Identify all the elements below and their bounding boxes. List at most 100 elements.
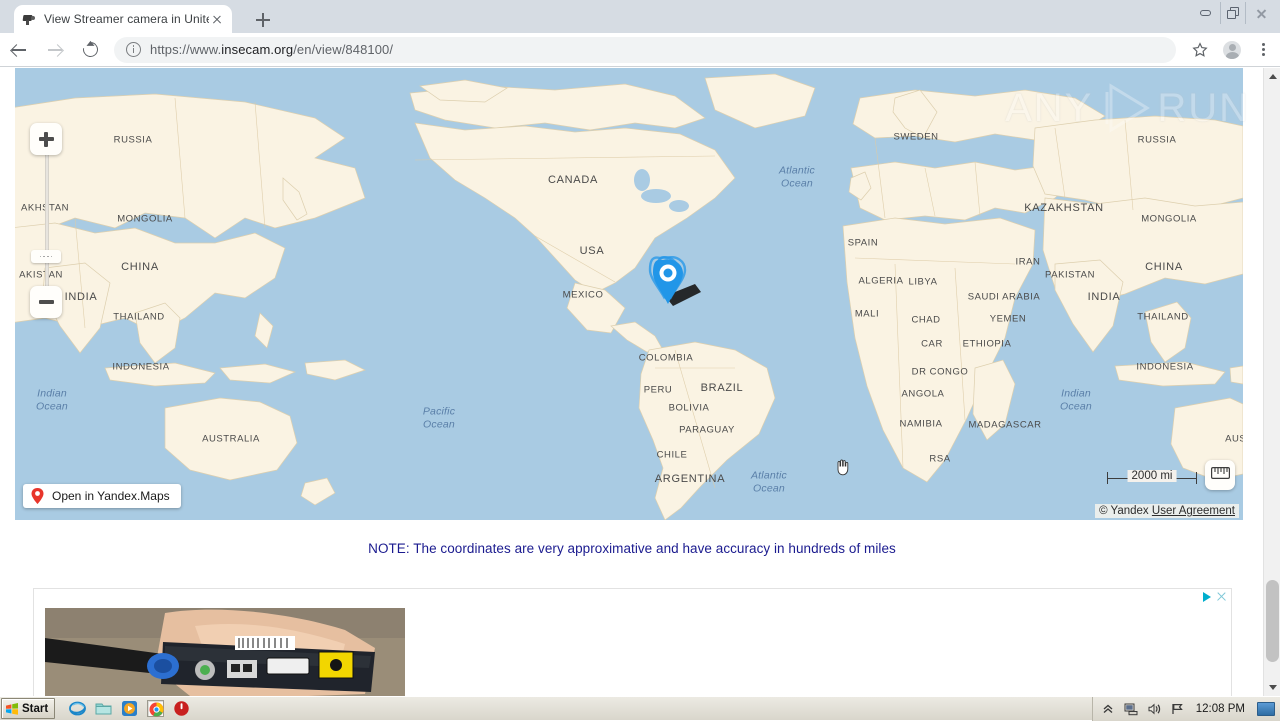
internet-explorer-icon[interactable] (69, 700, 86, 717)
map-label-country: DR CONGO (912, 367, 969, 378)
scroll-up-button[interactable] (1264, 68, 1280, 85)
map-label-country: ALGERIA (858, 276, 903, 287)
map-label-country: SPAIN (848, 238, 879, 249)
folder-icon[interactable] (95, 700, 112, 717)
address-bar[interactable]: https://www.insecam.org/en/view/848100/ (114, 37, 1176, 63)
map-label-country: THAILAND (1137, 312, 1188, 323)
map-label-country: CANADA (548, 174, 598, 186)
bookmark-button[interactable] (1184, 33, 1216, 67)
reload-button[interactable] (72, 33, 108, 67)
map-zoom-control[interactable] (24, 123, 70, 318)
ad-choices[interactable] (1203, 591, 1227, 602)
start-button[interactable]: Start (1, 698, 55, 719)
user-agreement-link[interactable]: User Agreement (1152, 505, 1235, 517)
map-label-country: KAZAKHSTAN (1024, 202, 1104, 214)
clock[interactable]: 12:08 PM (1196, 703, 1245, 715)
yandex-copyright: © Yandex (1099, 505, 1149, 517)
map-label-country: AUSTRALIA (202, 434, 260, 445)
chrome-menu-icon (1262, 40, 1266, 58)
flag-icon[interactable] (1170, 702, 1184, 716)
map-label-country: PAKISTAN (1045, 270, 1095, 281)
map-landmass (15, 68, 1243, 520)
open-in-yandex-maps-button[interactable]: Open in Yandex.Maps (23, 484, 181, 508)
chrome-menu-button[interactable] (1248, 33, 1280, 67)
chrome-icon[interactable] (147, 700, 164, 717)
map-label-country: MALI (855, 309, 879, 320)
plus-icon (39, 132, 54, 147)
map-label-country: ANGOLA (902, 389, 945, 400)
back-arrow-icon (11, 42, 26, 57)
security-camera-icon (21, 11, 37, 27)
tab-close-icon[interactable] (209, 11, 225, 27)
map-label-country: BOLIVIA (669, 403, 710, 414)
map-attribution: © Yandex User Agreement (1095, 504, 1239, 518)
scrollbar-thumb[interactable] (1266, 580, 1279, 662)
map-label-country: LIBYA (909, 277, 938, 288)
map-label-ocean: AtlanticOcean (779, 165, 815, 190)
reload-icon (80, 39, 101, 60)
map-label-country: AUSTRA (1225, 434, 1243, 445)
volume-icon[interactable] (1147, 702, 1161, 716)
window-minimize-button[interactable] (1192, 2, 1218, 24)
ad-image[interactable] (45, 608, 405, 696)
advertisement[interactable]: Unlimited HDTV is Here (33, 588, 1232, 696)
scroll-down-button[interactable] (1264, 679, 1280, 696)
browser-tab[interactable]: View Streamer camera in United Stat (14, 5, 232, 33)
new-tab-button[interactable] (250, 7, 276, 33)
map-label-ocean: PacificOcean (423, 406, 455, 431)
map-pan-cursor (835, 458, 851, 476)
zoom-slider-track[interactable] (45, 141, 49, 301)
map-label-country: ARGENTINA (655, 473, 725, 485)
map-label-country: NAMIBIA (900, 419, 943, 430)
shutdown-icon[interactable] (173, 700, 190, 717)
chevron-up-icon[interactable] (1101, 702, 1115, 716)
map-label-country: PERU (644, 385, 673, 396)
ad-close-icon[interactable] (1216, 591, 1227, 602)
ad-choices-icon[interactable] (1203, 592, 1211, 602)
forward-arrow-icon (47, 42, 62, 57)
map-label-country: ETHIOPIA (963, 339, 1012, 350)
url-text: https://www.insecam.org/en/view/848100/ (150, 42, 393, 57)
site-info-icon[interactable] (126, 42, 141, 57)
quick-launch-bar (69, 700, 190, 717)
map-label-country: MONGOLIA (117, 214, 173, 225)
zoom-out-button[interactable] (30, 286, 62, 318)
window-close-button[interactable] (1248, 2, 1274, 24)
location-marker[interactable] (643, 256, 713, 316)
chevron-down-icon (1269, 685, 1277, 690)
show-desktop-icon[interactable] (1257, 702, 1275, 716)
scale-line: 2000 mi (1107, 472, 1197, 484)
profile-button[interactable] (1216, 33, 1248, 67)
map-label-country: CHINA (121, 261, 159, 273)
zoom-slider-handle[interactable] (31, 250, 61, 263)
map-label-country: BRAZIL (701, 382, 744, 394)
map-label-ocean: AtlanticOcean (751, 470, 787, 495)
map-label-country: SAUDI ARABIA (968, 292, 1041, 303)
map-label-country: IRAN (1016, 257, 1041, 268)
map-label-country: PARAGUAY (679, 425, 735, 436)
network-icon[interactable] (1124, 702, 1138, 716)
ruler-tool-button[interactable] (1205, 460, 1235, 490)
scale-label: 2000 mi (1128, 470, 1177, 482)
system-tray: 12:08 PM (1092, 697, 1280, 721)
browser-toolbar: https://www.insecam.org/en/view/848100/ (0, 33, 1280, 67)
media-player-icon[interactable] (121, 700, 138, 717)
map-label-country: CHAD (911, 315, 940, 326)
map-label-country: RSA (929, 454, 950, 465)
map-label-country: THAILAND (113, 312, 164, 323)
page-scrollbar[interactable] (1263, 68, 1280, 696)
profile-avatar-icon (1223, 41, 1241, 59)
map-label-country: SWEDEN (894, 132, 939, 143)
back-button[interactable] (0, 33, 36, 67)
ruler-icon (1211, 466, 1230, 484)
zoom-in-button[interactable] (30, 123, 62, 155)
page-content: RUSSIAMONGOLIACHINAAKHSTANAKISTANINDIATH… (0, 68, 1264, 696)
bookmark-star-icon (1192, 42, 1208, 58)
window-restore-button[interactable] (1220, 2, 1246, 24)
open-in-yandex-maps-label: Open in Yandex.Maps (52, 489, 170, 503)
chevron-up-icon (1269, 74, 1277, 79)
tab-title: View Streamer camera in United Stat (44, 12, 209, 26)
forward-button[interactable] (36, 33, 72, 67)
yandex-map[interactable]: RUSSIAMONGOLIACHINAAKHSTANAKISTANINDIATH… (15, 68, 1243, 520)
map-label-ocean: IndianOcean (1060, 388, 1092, 413)
